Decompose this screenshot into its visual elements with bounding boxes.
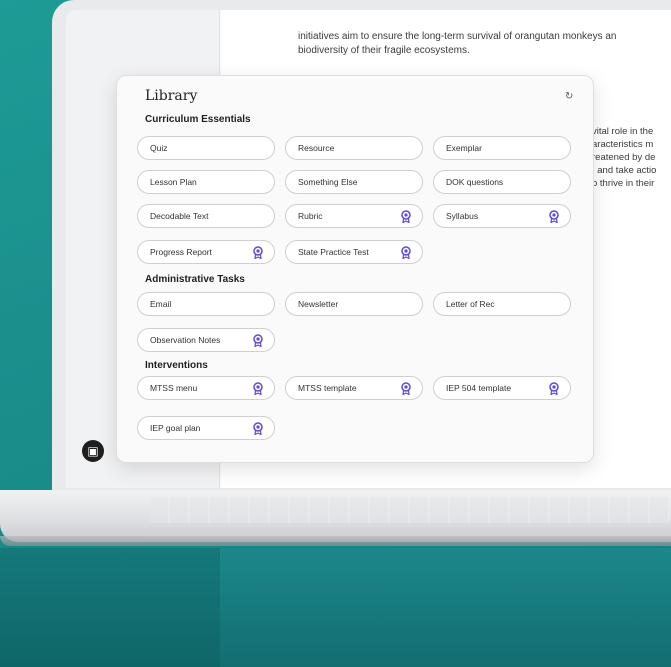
chip-label: Exemplar <box>446 143 482 153</box>
chip-label: Rubric <box>298 211 323 221</box>
chip-label: Newsletter <box>298 299 339 309</box>
chip-dok-questions[interactable]: DOK questions <box>433 170 571 194</box>
chip-label: Something Else <box>298 177 358 187</box>
section-title-admin: Administrative Tasks <box>145 274 245 285</box>
award-badge-icon <box>253 334 263 347</box>
section-title-interventions: Interventions <box>145 360 208 371</box>
chip-label: Resource <box>298 143 335 153</box>
chip-letter-of-rec[interactable]: Letter of Rec <box>433 292 571 316</box>
chip-mtss-menu[interactable]: MTSS menu <box>137 376 275 400</box>
award-badge-icon <box>401 246 411 259</box>
award-badge-icon <box>253 246 263 259</box>
chip-observation-notes[interactable]: Observation Notes <box>137 328 275 352</box>
chip-iep-504-template[interactable]: IEP 504 template <box>433 376 571 400</box>
chip-label: MTSS template <box>298 383 357 393</box>
award-badge-icon <box>549 210 559 223</box>
chip-label: DOK questions <box>446 177 504 187</box>
chip-label: Decodable Text <box>150 211 209 221</box>
document-line: reatened by de <box>592 152 656 163</box>
chip-label: Progress Report <box>150 247 212 257</box>
chip-label: Observation Notes <box>150 335 221 345</box>
award-badge-icon <box>253 422 263 435</box>
award-badge-icon <box>549 382 559 395</box>
chip-label: IEP goal plan <box>150 423 201 433</box>
chip-label: Lesson Plan <box>150 177 197 187</box>
chip-syllabus[interactable]: Syllabus <box>433 204 571 228</box>
chip-mtss-template[interactable]: MTSS template <box>285 376 423 400</box>
chip-quiz[interactable]: Quiz <box>137 136 275 160</box>
award-badge-icon <box>401 382 411 395</box>
chip-resource[interactable]: Resource <box>285 136 423 160</box>
chip-label: Quiz <box>150 143 168 153</box>
chip-newsletter[interactable]: Newsletter <box>285 292 423 316</box>
document-line: initiatives aim to ensure the long-term … <box>298 31 617 42</box>
chip-iep-goal-plan[interactable]: IEP goal plan <box>137 416 275 440</box>
chip-label: MTSS menu <box>150 383 198 393</box>
document-text: initiatives aim to ensure the long-term … <box>298 30 671 58</box>
library-panel: Library ↻ Curriculum Essentials Quiz Res… <box>116 75 594 463</box>
chip-lesson-plan[interactable]: Lesson Plan <box>137 170 275 194</box>
document-line: vital role in the <box>592 126 654 137</box>
chip-label: IEP 504 template <box>446 383 512 393</box>
refresh-icon[interactable]: ↻ <box>565 91 577 103</box>
document-line: ; and take actio <box>592 165 657 176</box>
chip-label: Letter of Rec <box>446 299 495 309</box>
chip-email[interactable]: Email <box>137 292 275 316</box>
chip-decodable-text[interactable]: Decodable Text <box>137 204 275 228</box>
library-title: Library <box>145 88 198 104</box>
app-launcher-icon[interactable]: ▣ <box>82 440 104 462</box>
document-line: o thrive in their <box>592 178 655 189</box>
chip-label: Syllabus <box>446 211 479 221</box>
laptop-lip <box>0 536 671 546</box>
award-badge-icon <box>401 210 411 223</box>
chip-state-practice-test[interactable]: State Practice Test <box>285 240 423 264</box>
chip-something-else[interactable]: Something Else <box>285 170 423 194</box>
document-line: biodiversity of their fragile ecosystems… <box>298 45 470 56</box>
document-side-text: vital role in the aracteristics m reaten… <box>592 125 671 190</box>
chip-label: State Practice Test <box>298 247 369 257</box>
chip-rubric[interactable]: Rubric <box>285 204 423 228</box>
award-badge-icon <box>253 382 263 395</box>
chip-label: Email <box>150 299 172 309</box>
document-line: aracteristics m <box>592 139 654 150</box>
section-title-curriculum: Curriculum Essentials <box>145 114 251 125</box>
laptop-keyboard <box>150 497 670 523</box>
background-band-right <box>220 548 671 667</box>
chip-progress-report[interactable]: Progress Report <box>137 240 275 264</box>
chip-exemplar[interactable]: Exemplar <box>433 136 571 160</box>
